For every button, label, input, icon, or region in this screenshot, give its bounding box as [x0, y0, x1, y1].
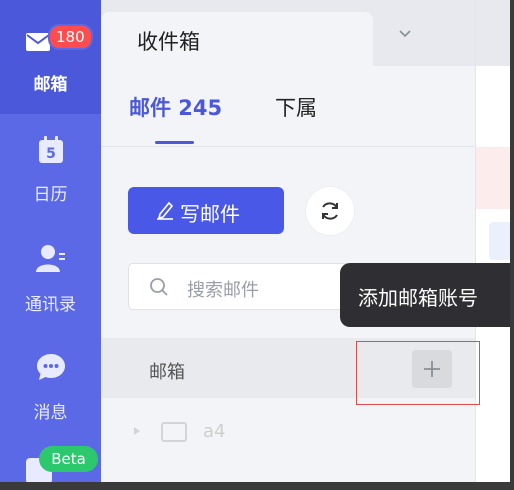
chat-bubble-icon: [37, 354, 65, 380]
divider: [101, 146, 475, 147]
refresh-button[interactable]: [306, 187, 354, 235]
search-icon: [150, 278, 168, 296]
contacts-icon: [36, 245, 65, 272]
left-nav: 180 邮箱 5 日历 通讯录 消息 Beta: [0, 0, 101, 490]
highlight-box: [356, 341, 480, 405]
unread-badge: 180: [48, 24, 93, 50]
subtab-mail[interactable]: 邮件 245: [129, 92, 222, 122]
compose-label: 写邮件: [180, 202, 240, 226]
caret-right-icon: [134, 427, 140, 435]
tab-inbox-title: 收件箱: [137, 30, 200, 54]
notice-banner: [475, 147, 514, 209]
nav-messages[interactable]: 消息: [0, 344, 101, 434]
account-name: a4: [203, 421, 226, 442]
content-area: [475, 0, 514, 490]
nav-calendar[interactable]: 5 日历: [0, 124, 101, 220]
beta-badge: Beta: [39, 446, 98, 472]
tooltip-text: 添加邮箱账号: [358, 286, 478, 310]
tooltip: 添加邮箱账号: [340, 263, 514, 327]
nav-contacts-label: 通讯录: [25, 295, 76, 315]
search-placeholder: 搜索邮件: [187, 280, 259, 301]
nav-calendar-label: 日历: [33, 185, 68, 205]
account-row[interactable]: a4: [101, 410, 475, 454]
compose-button[interactable]: 写邮件: [128, 187, 284, 234]
nav-mail-label: 邮箱: [33, 75, 68, 95]
content-tabbar: [475, 0, 514, 66]
refresh-icon: [322, 202, 338, 220]
nav-messages-label: 消息: [33, 403, 68, 423]
window-border: [510, 0, 514, 490]
window-border-bottom: [0, 482, 514, 490]
folder-panel: 收件箱 邮件 245 下属 写邮件 搜索邮件 邮箱 a4: [101, 0, 514, 490]
subtab-subordinates[interactable]: 下属: [275, 92, 317, 122]
calendar-day: 5: [46, 146, 56, 162]
account-icon: [161, 422, 187, 442]
active-subtab-indicator: [155, 141, 194, 144]
search-input[interactable]: 搜索邮件: [128, 263, 370, 310]
pen-icon: [157, 201, 174, 220]
section-label: 邮箱: [149, 362, 185, 383]
content-divider: [475, 0, 476, 490]
calendar-icon: 5: [39, 136, 63, 163]
chevron-down-icon[interactable]: [398, 28, 412, 38]
tab-bar: 收件箱: [101, 0, 514, 66]
nav-mail[interactable]: 180 邮箱: [0, 0, 101, 114]
nav-contacts[interactable]: 通讯录: [0, 234, 101, 330]
